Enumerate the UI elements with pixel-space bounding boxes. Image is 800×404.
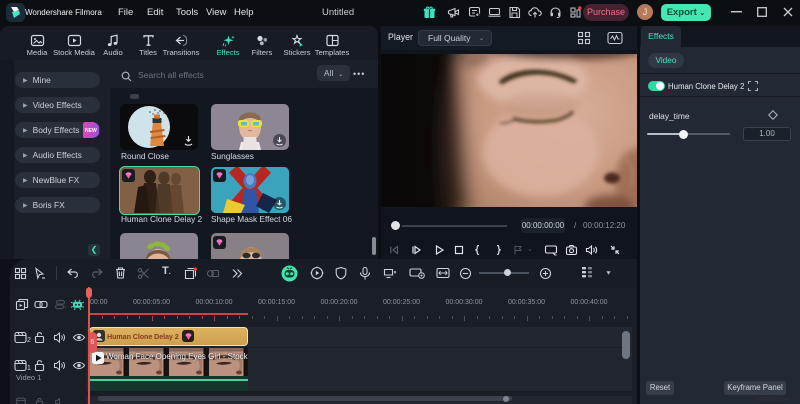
svg-text:2: 2 [27,337,31,344]
svg-text:1: 1 [27,365,31,372]
